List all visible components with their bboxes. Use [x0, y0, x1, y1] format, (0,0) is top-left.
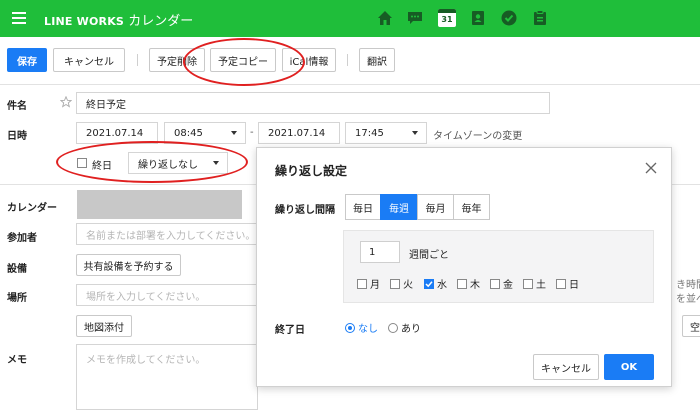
day-checkbox[interactable] [357, 278, 367, 289]
day-label: 木 [470, 280, 480, 291]
end-time-select[interactable]: 17:45 [345, 122, 427, 144]
right-hint-text: を並べて [676, 294, 700, 305]
translate-button[interactable]: 翻訳 [359, 48, 395, 72]
day-checkbox[interactable] [490, 278, 500, 289]
repeat-settings-dialog: 繰り返し設定 繰り返し間隔 毎日 毎週 毎月 毎年 1 週間ごと 月 火 水 木… [256, 147, 672, 387]
toolbar-separator [347, 54, 348, 66]
day-label: 月 [370, 280, 380, 291]
option-monthly[interactable]: 毎月 [417, 194, 454, 220]
option-weekly[interactable]: 毎週 [380, 194, 418, 220]
radio-selected-icon[interactable] [345, 322, 355, 333]
brand-logo-text: LINE WORKS [44, 15, 125, 28]
day-label: 金 [503, 280, 513, 291]
radio-icon[interactable] [388, 322, 398, 333]
reserve-equipment-button[interactable]: 共有設備を予約する [76, 254, 181, 276]
weekly-options-panel: 1 週間ごと 月 火 水 木 金 土 日 [343, 230, 654, 303]
day-label: 火 [403, 280, 413, 291]
check-icon [425, 280, 433, 287]
menu-icon[interactable] [12, 12, 26, 24]
annotation-circle-repeat [56, 141, 248, 183]
day-wednesday[interactable]: 水 [424, 276, 447, 291]
app-header: LINE WORKS カレンダー 31 [0, 0, 700, 37]
day-tuesday[interactable]: 火 [390, 276, 413, 291]
end-none-label: なし [358, 324, 378, 335]
toolbar-divider [0, 84, 700, 85]
range-separator: - [250, 127, 254, 138]
end-some-label: あり [401, 324, 421, 335]
task-check-icon[interactable] [500, 9, 518, 27]
day-sunday[interactable]: 日 [556, 276, 579, 291]
day-label: 水 [437, 280, 447, 291]
interval-number-input[interactable]: 1 [360, 241, 400, 263]
home-icon[interactable] [376, 9, 394, 27]
end-time-value: 17:45 [355, 127, 384, 139]
availability-button[interactable]: 空 [682, 315, 700, 337]
annotation-circle-copy [183, 38, 305, 86]
day-thursday[interactable]: 木 [457, 276, 480, 291]
day-checkbox[interactable] [523, 278, 533, 289]
day-label: 土 [536, 280, 546, 291]
interval-unit-label: 週間ごと [409, 250, 449, 261]
participants-label: 参加者 [7, 233, 37, 244]
end-some-option[interactable]: あり [388, 320, 421, 335]
toolbar-separator [137, 54, 138, 66]
calendar-label: カレンダー [7, 203, 57, 214]
subject-label: 件名 [7, 101, 27, 112]
end-date-field[interactable]: 2021.07.14 [258, 122, 340, 144]
day-saturday[interactable]: 土 [523, 276, 546, 291]
participants-input[interactable]: 名前または部署を入力してください。 [76, 223, 258, 245]
datetime-label: 日時 [7, 131, 27, 142]
memo-textarea[interactable]: メモを作成してください。 [76, 344, 258, 410]
calendar-icon[interactable]: 31 [438, 9, 456, 27]
dialog-title: 繰り返し設定 [275, 164, 348, 178]
chat-icon[interactable] [406, 9, 424, 27]
dialog-ok-button[interactable]: OK [604, 354, 654, 380]
interval-label: 繰り返し間隔 [275, 205, 335, 216]
app-brand: LINE WORKS カレンダー [44, 10, 193, 29]
place-input[interactable]: 場所を入力してください。 [76, 284, 258, 306]
option-yearly[interactable]: 毎年 [453, 194, 490, 220]
memo-label: メモ [7, 355, 27, 366]
attach-map-button[interactable]: 地図添付 [76, 315, 132, 337]
day-monday[interactable]: 月 [357, 276, 380, 291]
star-icon[interactable] [60, 96, 72, 108]
cancel-button[interactable]: キャンセル [53, 48, 125, 72]
day-checkbox-checked[interactable] [424, 278, 434, 289]
day-friday[interactable]: 金 [490, 276, 513, 291]
option-daily[interactable]: 毎日 [345, 194, 381, 220]
chevron-down-icon [412, 131, 418, 135]
start-time-value: 08:45 [174, 127, 203, 139]
calendar-day-number: 31 [441, 15, 453, 24]
save-button[interactable]: 保存 [7, 48, 47, 72]
end-none-option[interactable]: なし [345, 320, 378, 335]
equipment-label: 設備 [7, 264, 27, 275]
dialog-cancel-button[interactable]: キャンセル [533, 354, 599, 380]
place-label: 場所 [7, 293, 27, 304]
timezone-link[interactable]: タイムゾーンの変更 [433, 127, 522, 142]
close-icon[interactable] [645, 162, 657, 174]
day-checkbox[interactable] [457, 278, 467, 289]
subject-input[interactable]: 終日予定 [76, 92, 550, 114]
day-checkbox[interactable] [390, 278, 400, 289]
contacts-icon[interactable] [469, 9, 487, 27]
right-hint-text: き時間帯 [676, 280, 700, 291]
clipboard-icon[interactable] [531, 9, 549, 27]
chevron-down-icon [231, 131, 237, 135]
calendar-select[interactable] [77, 190, 242, 219]
day-checkbox[interactable] [556, 278, 566, 289]
end-date-label: 終了日 [275, 325, 305, 336]
day-label: 日 [569, 280, 579, 291]
app-title: カレンダー [128, 14, 194, 29]
